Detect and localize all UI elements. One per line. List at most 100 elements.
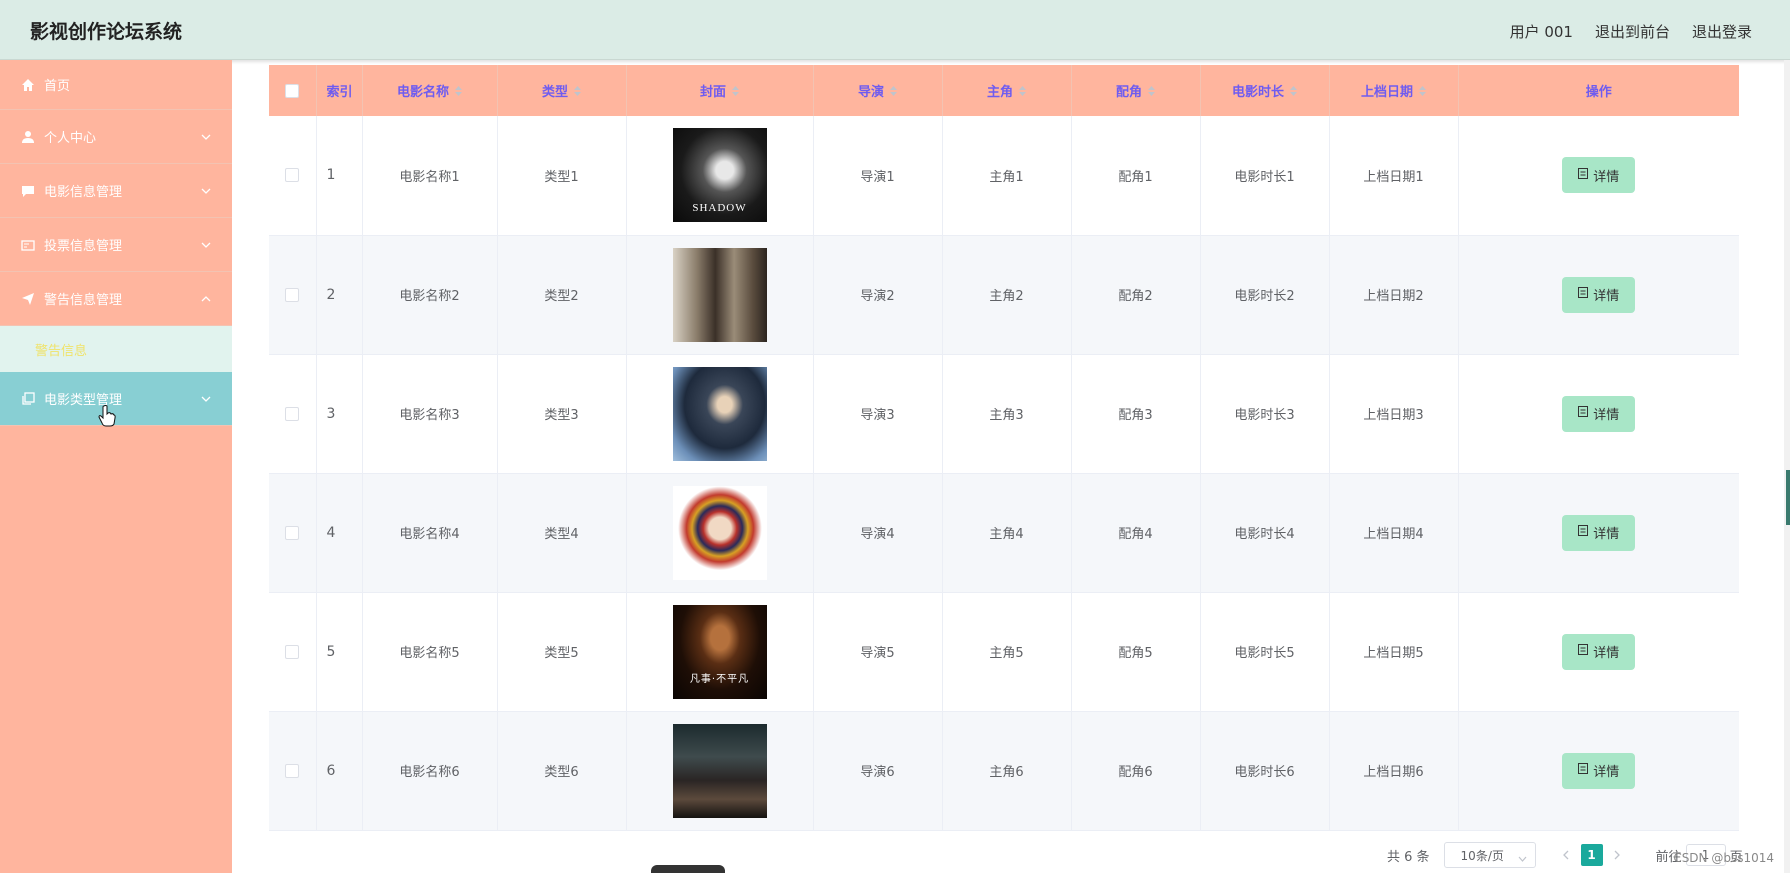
- column-header-index: 索引: [316, 65, 363, 116]
- column-header-label: 导演: [857, 85, 884, 100]
- select-all-cell[interactable]: [269, 65, 317, 116]
- column-header-director[interactable]: 导演: [813, 65, 943, 116]
- cover-image[interactable]: [672, 723, 767, 818]
- cell-actions: 详情: [1458, 354, 1739, 473]
- detail-label: 详情: [1593, 527, 1620, 542]
- submenu-item-warning[interactable]: 警告信息: [0, 326, 232, 372]
- sidebar-item-label: 个人中心: [44, 131, 97, 146]
- row-checkbox[interactable]: [285, 287, 300, 302]
- sidebar-item-movie-type[interactable]: 电影类型管理: [0, 372, 232, 426]
- sidebar-item-warning-info[interactable]: 警告信息管理: [0, 272, 232, 326]
- top-header: 影视创作论坛系统 用户 001 退出到前台 退出登录: [0, 0, 1790, 60]
- cell-lead: 主角4: [942, 473, 1072, 592]
- sidebar-item-vote-info[interactable]: 投票信息管理: [0, 218, 232, 272]
- sort-icon[interactable]: [1148, 85, 1155, 100]
- row-checkbox[interactable]: [285, 525, 300, 540]
- cell-date: 上档日期2: [1329, 235, 1459, 354]
- column-header-date[interactable]: 上档日期: [1329, 65, 1459, 116]
- sidebar-item-label: 电影信息管理: [44, 185, 123, 200]
- sort-icon[interactable]: [1019, 85, 1026, 100]
- cell-name: 电影名称4: [362, 473, 498, 592]
- cell-duration: 电影时长3: [1200, 354, 1330, 473]
- sort-icon[interactable]: [732, 85, 739, 100]
- cell-name: 电影名称1: [362, 116, 498, 235]
- cell-director: 导演4: [813, 473, 943, 592]
- row-checkbox[interactable]: [285, 406, 300, 421]
- sort-icon[interactable]: [890, 85, 897, 100]
- cell-duration: 电影时长1: [1200, 116, 1330, 235]
- column-header-name[interactable]: 电影名称: [362, 65, 498, 116]
- cell-actions: 详情: [1458, 473, 1739, 592]
- cell-index: 5: [316, 592, 363, 711]
- page-size-select[interactable]: 10条/页: [1443, 842, 1536, 868]
- chevron-down-icon: [1518, 851, 1527, 865]
- cell-index: 6: [316, 711, 363, 830]
- sidebar-item-personal[interactable]: 个人中心: [0, 110, 232, 164]
- scrollbar-thumb[interactable]: [1786, 470, 1790, 525]
- column-header-type[interactable]: 类型: [497, 65, 627, 116]
- cell-director: 导演1: [813, 116, 943, 235]
- prev-page-button[interactable]: [1554, 843, 1578, 867]
- cover-image[interactable]: 凡事·不平凡: [672, 604, 767, 699]
- user-icon: [20, 129, 36, 145]
- column-header-label: 上档日期: [1360, 85, 1413, 100]
- cell-lead: 主角1: [942, 116, 1072, 235]
- vertical-scrollbar[interactable]: [1784, 60, 1790, 873]
- row-select-cell[interactable]: [269, 473, 317, 592]
- user-label[interactable]: 用户 001: [1510, 21, 1573, 42]
- row-checkbox[interactable]: [285, 168, 300, 183]
- cell-actions: 详情: [1458, 116, 1739, 235]
- logout-link[interactable]: 退出登录: [1692, 21, 1752, 42]
- cell-name: 电影名称3: [362, 354, 498, 473]
- sort-icon[interactable]: [1419, 85, 1426, 100]
- sort-icon[interactable]: [574, 85, 581, 100]
- cover-image[interactable]: [672, 485, 767, 580]
- cell-cover: SHADOW: [626, 116, 814, 235]
- column-header-lead[interactable]: 主角: [942, 65, 1072, 116]
- cell-actions: 详情: [1458, 592, 1739, 711]
- detail-button[interactable]: 详情: [1562, 157, 1636, 194]
- detail-button[interactable]: 详情: [1562, 276, 1636, 313]
- row-select-cell[interactable]: [269, 235, 317, 354]
- cell-type: 类型3: [497, 354, 627, 473]
- next-page-button[interactable]: [1606, 843, 1630, 867]
- cover-image[interactable]: [672, 366, 767, 461]
- select-all-checkbox[interactable]: [285, 83, 300, 98]
- column-header-cover[interactable]: 封面: [626, 65, 814, 116]
- app-title: 影视创作论坛系统: [30, 21, 183, 43]
- table-row: 5 电影名称5 类型5 凡事·不平凡 导演5 主角5 配角5 电影时长5 上档日…: [269, 592, 1739, 711]
- cell-director: 导演3: [813, 354, 943, 473]
- page-number-current[interactable]: 1: [1580, 844, 1603, 866]
- detail-button[interactable]: 详情: [1562, 395, 1636, 432]
- row-select-cell[interactable]: [269, 354, 317, 473]
- cell-duration: 电影时长6: [1200, 711, 1330, 830]
- row-select-cell[interactable]: [269, 116, 317, 235]
- detail-button[interactable]: 详情: [1562, 514, 1636, 551]
- cell-type: 类型1: [497, 116, 627, 235]
- table-row: 6 电影名称6 类型6 导演6 主角6 配角6 电影时长6 上档日期6 详情: [269, 711, 1739, 830]
- cell-cover: [626, 473, 814, 592]
- detail-button[interactable]: 详情: [1562, 752, 1636, 789]
- sort-icon[interactable]: [455, 85, 462, 100]
- row-select-cell[interactable]: [269, 711, 317, 830]
- sort-icon[interactable]: [1290, 85, 1297, 100]
- row-select-cell[interactable]: [269, 592, 317, 711]
- cell-index: 3: [316, 354, 363, 473]
- detail-button[interactable]: 详情: [1562, 633, 1636, 670]
- cover-image[interactable]: [672, 247, 767, 342]
- home-icon: [20, 77, 36, 93]
- exit-to-front-link[interactable]: 退出到前台: [1595, 21, 1670, 42]
- row-checkbox[interactable]: [285, 763, 300, 778]
- column-header-support[interactable]: 配角: [1071, 65, 1201, 116]
- sidebar-item-label: 警告信息管理: [44, 293, 123, 308]
- chat-icon: [20, 183, 36, 199]
- cell-date: 上档日期1: [1329, 116, 1459, 235]
- sidebar-item-home[interactable]: 首页: [0, 60, 232, 110]
- row-checkbox[interactable]: [285, 644, 300, 659]
- cell-support: 配角1: [1071, 116, 1201, 235]
- column-header-duration[interactable]: 电影时长: [1200, 65, 1330, 116]
- sidebar-item-movie-info[interactable]: 电影信息管理: [0, 164, 232, 218]
- hand-cursor-icon: [98, 405, 116, 431]
- cover-image[interactable]: SHADOW: [672, 128, 767, 223]
- page-size-value: 10条/页: [1460, 848, 1504, 863]
